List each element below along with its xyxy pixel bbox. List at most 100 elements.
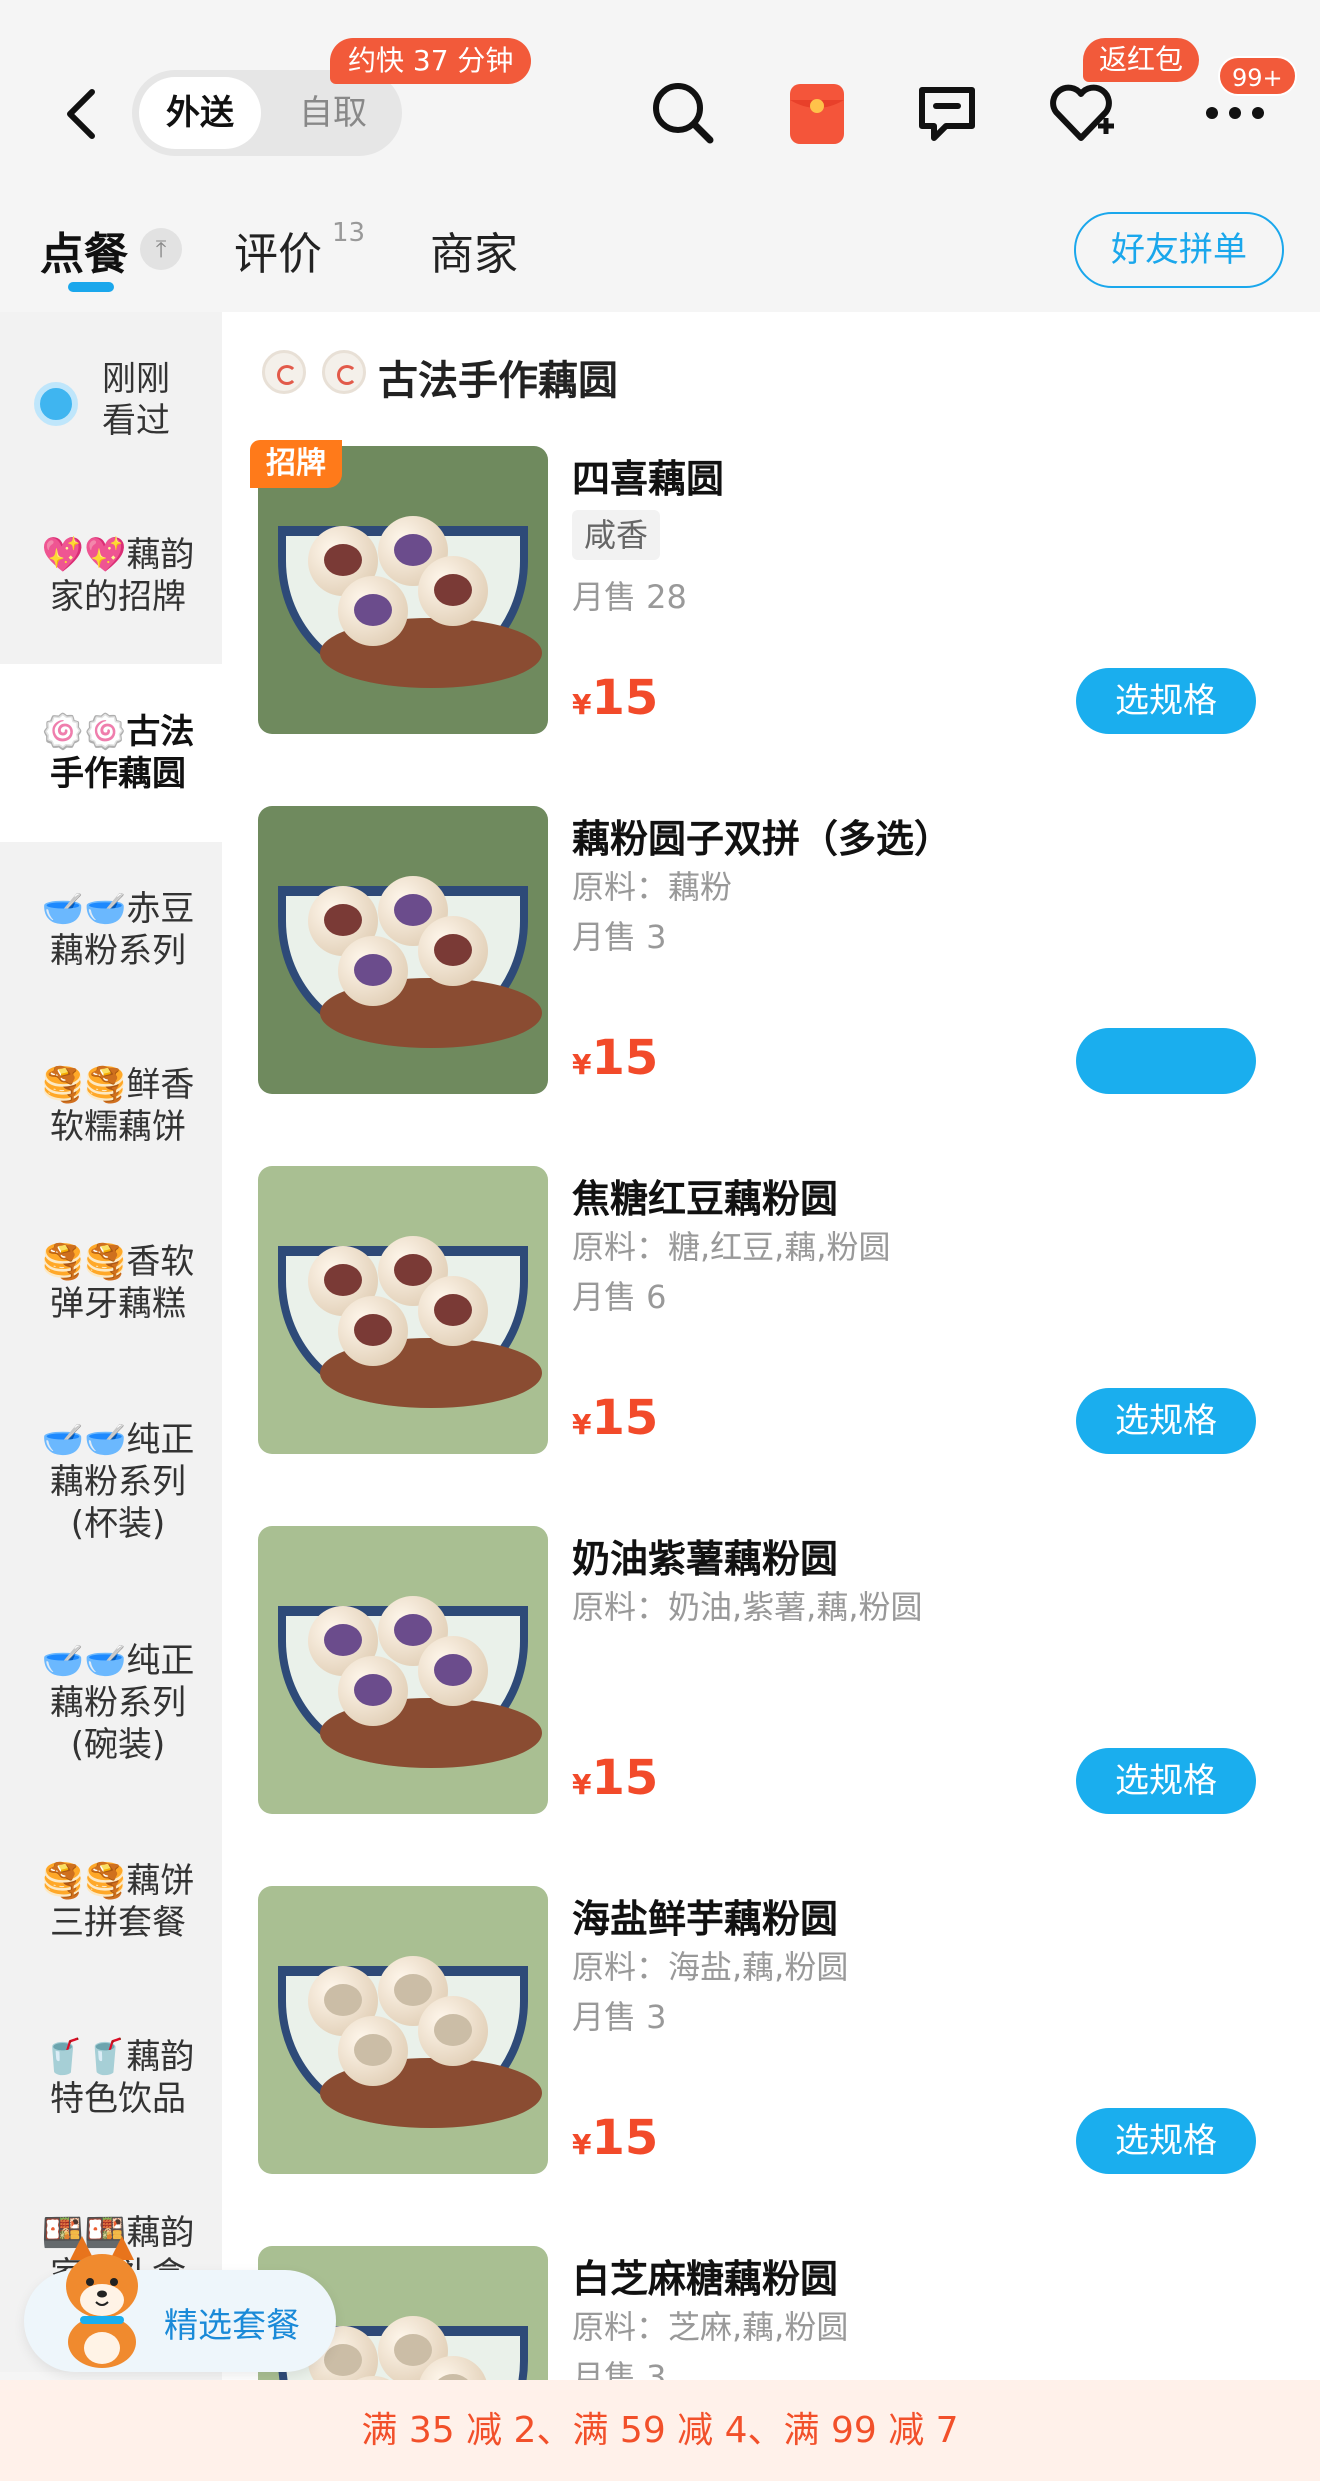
tab-order[interactable]: 点餐	[40, 218, 128, 282]
sidebar-item-category[interactable]: 🥞🥞鲜香 软糯藕饼	[0, 1018, 222, 1194]
monthly-sales: 月售 3	[572, 1998, 667, 2036]
sidebar-item-label: 🥞🥞藕饼 三拼套餐	[41, 1861, 195, 1943]
filling-illustration	[324, 1984, 362, 2016]
rice-ball-illustration	[418, 1996, 488, 2066]
sidebar-item-category[interactable]: 刚刚 看过	[0, 312, 222, 488]
shiba-mascot-icon	[66, 2236, 138, 2368]
sidebar-item-category[interactable]: 🥤🥤藕韵 特色饮品	[0, 1990, 222, 2166]
dish-name[interactable]: 藕粉圆子双拼（多选）	[572, 808, 952, 863]
dish-price: ¥15	[572, 1390, 658, 1446]
dish-name[interactable]: 焦糖红豆藕粉圆	[572, 1168, 838, 1223]
rice-ball-illustration	[418, 916, 488, 986]
recently-viewed-icon	[34, 382, 78, 426]
rice-ball-illustration	[338, 936, 408, 1006]
dish-image[interactable]	[258, 1526, 548, 1814]
search-icon[interactable]	[648, 78, 718, 148]
dish-card[interactable]: 藕粉圆子双拼（多选） 原料：藕粉月售 3 ¥15	[258, 806, 1268, 1106]
price-value: 15	[591, 1390, 659, 1446]
dish-name[interactable]: 白芝麻糖藕粉圆	[572, 2248, 838, 2303]
currency-symbol: ¥	[572, 688, 592, 721]
filling-illustration	[394, 1254, 432, 1286]
group-order-button[interactable]: 好友拼单	[1074, 212, 1284, 288]
sidebar-item-label: 刚刚 看过	[102, 359, 170, 441]
filling-illustration	[394, 894, 432, 926]
section-title: 古法手作藕圆	[378, 358, 618, 404]
sidebar-item-label: 🥣🥣赤豆 藕粉系列	[41, 889, 195, 971]
select-spec-button[interactable]: 选规格	[1076, 2108, 1256, 2174]
pickup-option[interactable]: 自取	[272, 77, 394, 149]
dish-name[interactable]: 奶油紫薯藕粉圆	[572, 1528, 838, 1583]
red-packet-return-badge: 返红包	[1083, 38, 1200, 82]
dish-image[interactable]	[258, 806, 548, 1094]
dish-image[interactable]	[258, 1166, 548, 1454]
sidebar-item-label: 🥞🥞鲜香 软糯藕饼	[41, 1065, 195, 1147]
featured-combo-button[interactable]: 精选套餐	[24, 2236, 336, 2372]
tab-active-indicator	[68, 282, 114, 292]
eta-badge: 约快 37 分钟	[330, 38, 532, 84]
chat-icon[interactable]	[912, 78, 982, 148]
select-spec-button[interactable]: 选规格	[1076, 1748, 1256, 1814]
filling-illustration	[354, 594, 392, 626]
dish-card[interactable]: 白芝麻糖藕粉圆 原料：芝麻,藕,粉圆 月售 3	[258, 2246, 1268, 2380]
sidebar-item-category[interactable]: 🥞🥞藕饼 三拼套餐	[0, 1814, 222, 1990]
filling-illustration	[394, 534, 432, 566]
sidebar-item-label: 💖💖藕韵 家的招牌	[41, 535, 195, 617]
pin-top-icon[interactable]: ⤒	[140, 228, 182, 270]
tab-merchant[interactable]: 商家	[430, 218, 518, 282]
favorite-add-icon[interactable]	[1046, 78, 1116, 148]
dish-name[interactable]: 四喜藕圆	[572, 448, 724, 503]
filling-illustration	[434, 574, 472, 606]
sidebar-item-category[interactable]: 🥣🥣纯正 藕粉系列 (碗装)	[0, 1592, 222, 1814]
monthly-sales: 月售 3	[572, 918, 667, 956]
monthly-sales: 月售 28	[572, 578, 687, 616]
red-packet-icon[interactable]	[782, 78, 852, 148]
category-sidebar[interactable]: 刚刚 看过 💖💖藕韵 家的招牌 🍥🍥古法 手作藕圆 🥣🥣赤豆 藕粉系列 🥞🥞鲜香 软糯藕…	[0, 312, 222, 2372]
filling-illustration	[434, 1294, 472, 1326]
dish-price: ¥15	[572, 2110, 658, 2166]
tab-review[interactable]: 评价	[234, 218, 322, 282]
sidebar-item-category[interactable]: 🥣🥣赤豆 藕粉系列	[0, 842, 222, 1018]
filling-illustration	[354, 954, 392, 986]
dish-card[interactable]: 招牌 四喜藕圆咸香月售 28 ¥15 选规格	[250, 440, 1268, 746]
dish-image[interactable]	[258, 1886, 548, 2174]
dish-image[interactable]	[258, 446, 548, 734]
price-value: 15	[591, 1030, 659, 1086]
sidebar-item-category[interactable]: 💖💖藕韵 家的招牌	[0, 488, 222, 664]
dish-ingredients: 原料：奶油,紫薯,藕,粉圆	[572, 1588, 923, 1626]
filling-illustration	[324, 2344, 362, 2376]
rice-ball-illustration	[338, 1656, 408, 1726]
price-value: 15	[591, 670, 659, 726]
filling-illustration	[324, 544, 362, 576]
price-value: 15	[591, 2110, 659, 2166]
dish-card[interactable]: 海盐鲜芋藕粉圆 原料：海盐,藕,粉圆 月售 3 ¥15 选规格	[258, 1886, 1268, 2186]
filling-illustration	[434, 1654, 472, 1686]
dish-ingredients: 原料：芝麻,藕,粉圆	[572, 2308, 849, 2346]
dish-name[interactable]: 海盐鲜芋藕粉圆	[572, 1888, 838, 1943]
delivery-option[interactable]: 外送	[139, 77, 261, 149]
select-spec-button[interactable]	[1076, 1028, 1256, 1094]
featured-combo-label: 精选套餐	[164, 2306, 300, 2346]
rice-ball-illustration	[338, 2016, 408, 2086]
flavor-tag: 咸香	[572, 510, 661, 560]
signature-badge: 招牌	[250, 440, 342, 488]
message-count-badge: 99+	[1218, 56, 1297, 96]
price-value: 15	[591, 1750, 659, 1806]
select-spec-button[interactable]: 选规格	[1076, 1388, 1256, 1454]
dish-price: ¥15	[572, 1030, 658, 1086]
rice-ball-illustration	[418, 1276, 488, 1346]
filling-illustration	[394, 2334, 432, 2366]
filling-illustration	[434, 2014, 472, 2046]
currency-symbol: ¥	[572, 2128, 592, 2161]
review-count: 13	[332, 218, 366, 248]
select-spec-button[interactable]: 选规格	[1076, 668, 1256, 734]
dish-card[interactable]: 焦糖红豆藕粉圆 原料：糖,红豆,藕,粉圆 月售 6 ¥15 选规格	[258, 1166, 1268, 1466]
dish-card[interactable]: 奶油紫薯藕粉圆 原料：奶油,紫薯,藕,粉圆 ¥15 选规格	[258, 1526, 1268, 1826]
back-icon[interactable]	[62, 86, 102, 142]
sidebar-item-label: 🥣🥣纯正 藕粉系列 (杯装)	[41, 1420, 195, 1544]
sidebar-item-category[interactable]: 🥞🥞香软 弹牙藕糕	[0, 1194, 222, 1372]
tangyuan-icon	[262, 350, 306, 394]
sidebar-item-category[interactable]: 🥣🥣纯正 藕粉系列 (杯装)	[0, 1372, 222, 1592]
dish-ingredients: 原料：藕粉	[572, 868, 733, 906]
filling-illustration	[354, 2034, 392, 2066]
sidebar-item-category[interactable]: 🍥🍥古法 手作藕圆	[0, 664, 222, 842]
